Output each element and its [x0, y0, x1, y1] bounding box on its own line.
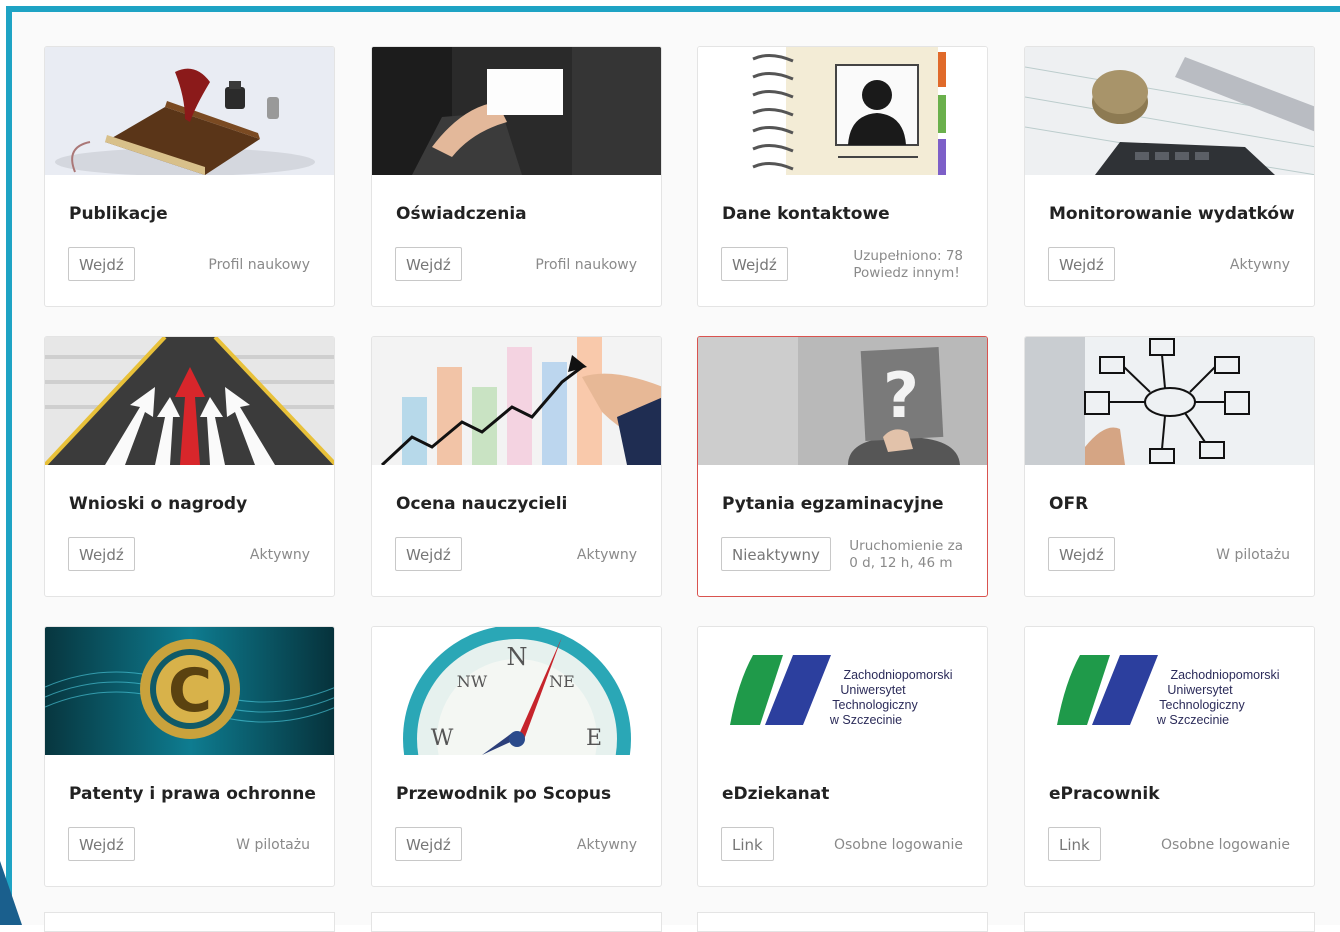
logo-line: Uniwersytet [840, 683, 906, 697]
tile-dane-kontaktowe: Dane kontaktowe Wejdź Uzupełniono: 78 Po… [697, 46, 988, 307]
tile-status: W pilotażu [236, 837, 310, 853]
enter-button[interactable]: Wejdź [1048, 537, 1115, 571]
road-arrows-image [45, 337, 334, 465]
zut-logo: Zachodniopomorski Uniwersytet Technologi… [1025, 627, 1314, 755]
tile-status: Aktywny [576, 837, 637, 853]
logo-line: Technologiczny [1159, 698, 1245, 712]
tile-status: W pilotażu [1216, 547, 1290, 563]
logo-line: w Szczecinie [829, 713, 902, 727]
enter-button[interactable]: Wejdź [395, 827, 462, 861]
compass-nw: NW [457, 672, 488, 691]
compass-w: W [431, 726, 454, 751]
zut-logo: Zachodniopomorski Uniwersytet Technologi… [698, 627, 987, 755]
tile-status: Aktywny [1229, 257, 1290, 273]
logo-line: w Szczecinie [1156, 713, 1229, 727]
compass-ne: NE [549, 672, 575, 691]
tile-przewodnik-scopus: N NE NW W E Przewodnik po Scopus Wejdź A… [371, 626, 662, 887]
tile-partial [371, 912, 662, 932]
coins-calculator-image [1025, 47, 1314, 175]
compass-image: N NE NW W E [372, 627, 661, 755]
tile-title: Dane kontaktowe [722, 204, 890, 224]
tile-title: OFR [1049, 494, 1089, 514]
tile-title: Oświadczenia [396, 204, 527, 224]
tile-status: Osobne logowanie [833, 837, 963, 853]
enter-button[interactable]: Wejdź [1048, 247, 1115, 281]
tile-title: Pytania egzaminacyjne [722, 494, 944, 514]
tile-title: Ocena nauczycieli [396, 494, 568, 514]
copyright-image: C [45, 627, 334, 755]
tile-title: Wnioski o nagrody [69, 494, 248, 514]
question-mark-image: ? [698, 337, 987, 465]
tile-pytania-egzaminacyjne: ? Pytania egzaminacyjne Nieaktywny Uruch… [697, 336, 988, 597]
tile-oswiadczenia: Oświadczenia Wejdź Profil naukowy [371, 46, 662, 307]
status-line: 0 d, 12 h, 46 m [849, 555, 953, 571]
corner-decoration [0, 861, 22, 925]
address-book-image [698, 47, 987, 175]
tile-title: Przewodnik po Scopus [396, 784, 612, 804]
growth-chart-image [372, 337, 661, 465]
tile-publikacje: Publikacje Wejdź Profil naukowy [44, 46, 335, 307]
status-line: Uruchomienie za [849, 538, 963, 554]
tile-epracownik: Zachodniopomorski Uniwersytet Technologi… [1024, 626, 1315, 887]
tile-status: Profil naukowy [208, 257, 310, 273]
tile-status: Aktywny [249, 547, 310, 563]
link-button[interactable]: Link [1048, 827, 1101, 861]
tile-title: ePracownik [1049, 784, 1160, 804]
tile-title: Publikacje [69, 204, 168, 224]
mind-map-image [1025, 337, 1314, 465]
tile-status: Aktywny [576, 547, 637, 563]
tile-title: eDziekanat [722, 784, 830, 804]
tile-ofr: OFR Wejdź W pilotażu [1024, 336, 1315, 597]
logo-line: Zachodniopomorski [1170, 668, 1279, 682]
tile-ocena-nauczycieli: Ocena nauczycieli Wejdź Aktywny [371, 336, 662, 597]
business-card-image [372, 47, 661, 175]
link-button[interactable]: Link [721, 827, 774, 861]
compass-e: E [586, 726, 602, 751]
tile-status: Uruchomienie za 0 d, 12 h, 46 m [849, 538, 963, 572]
tile-monitorowanie-wydatkow: Monitorowanie wydatków Wejdź Aktywny [1024, 46, 1315, 307]
inactive-button[interactable]: Nieaktywny [721, 537, 831, 571]
logo-line: Uniwersytet [1167, 683, 1233, 697]
tile-partial [697, 912, 988, 932]
svg-text:?: ? [883, 359, 919, 432]
tile-status: Osobne logowanie [1160, 837, 1290, 853]
enter-button[interactable]: Wejdź [395, 247, 462, 281]
enter-button[interactable]: Wejdź [68, 827, 135, 861]
tile-partial [44, 912, 335, 932]
tile-partial [1024, 912, 1315, 932]
tile-title: Patenty i prawa ochronne [69, 784, 316, 804]
tile-wnioski-o-nagrody: Wnioski o nagrody Wejdź Aktywny [44, 336, 335, 597]
logo-line: Technologiczny [832, 698, 918, 712]
tile-edziekanat: Zachodniopomorski Uniwersytet Technologi… [697, 626, 988, 887]
enter-button[interactable]: Wejdź [68, 247, 135, 281]
svg-text:C: C [168, 656, 212, 726]
tile-status: Uzupełniono: 78 Powiedz innym! [853, 248, 963, 282]
book-quill-image [45, 47, 334, 175]
logo-line: Zachodniopomorski [843, 668, 952, 682]
status-line: Powiedz innym! [853, 265, 960, 281]
enter-button[interactable]: Wejdź [68, 537, 135, 571]
enter-button[interactable]: Wejdź [395, 537, 462, 571]
enter-button[interactable]: Wejdź [721, 247, 788, 281]
tile-patenty: C Patenty i prawa ochronne Wejdź W pilot… [44, 626, 335, 887]
compass-n: N [507, 643, 528, 671]
tile-title: Monitorowanie wydatków [1049, 204, 1295, 224]
tile-status: Profil naukowy [535, 257, 637, 273]
status-line: Uzupełniono: 78 [853, 248, 963, 264]
